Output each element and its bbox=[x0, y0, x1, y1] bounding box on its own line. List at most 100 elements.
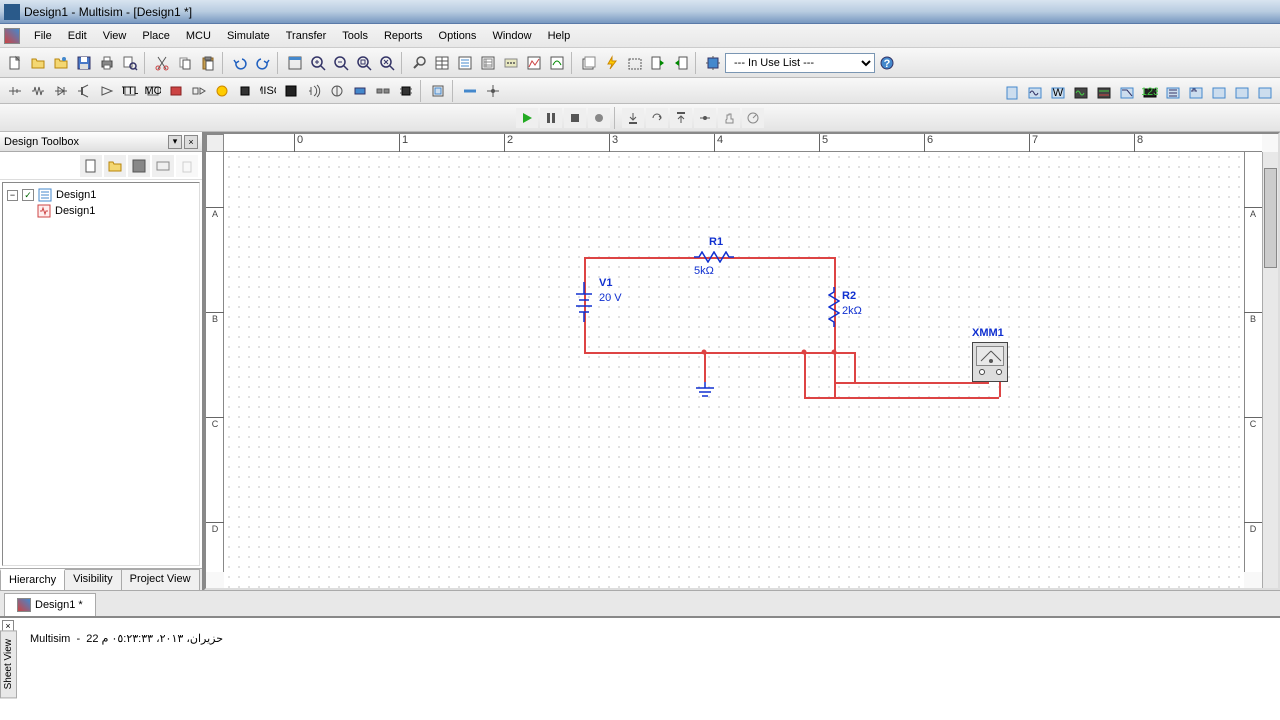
zoom-out-button[interactable] bbox=[330, 52, 352, 74]
vertical-scrollbar[interactable] bbox=[1262, 152, 1278, 588]
xmm1-label[interactable]: XMM1 bbox=[972, 327, 1004, 339]
redo-button[interactable] bbox=[252, 52, 274, 74]
place-ttl-button[interactable]: TTL bbox=[119, 80, 141, 102]
zoom-area-button[interactable] bbox=[353, 52, 375, 74]
record-button[interactable] bbox=[588, 108, 610, 128]
expand-icon[interactable]: − bbox=[7, 190, 18, 201]
netlist-button[interactable] bbox=[454, 52, 476, 74]
r1-label[interactable]: R1 bbox=[709, 236, 723, 248]
doc-tab-design1[interactable]: Design1 * bbox=[4, 593, 96, 616]
place-nist-button[interactable] bbox=[349, 80, 371, 102]
v1-value[interactable]: 20 V bbox=[599, 292, 622, 304]
find-button[interactable] bbox=[408, 52, 430, 74]
pause-button[interactable] bbox=[540, 108, 562, 128]
probe-button[interactable] bbox=[742, 108, 764, 128]
place-indicator-button[interactable] bbox=[211, 80, 233, 102]
junction[interactable] bbox=[802, 350, 807, 355]
oscilloscope-button[interactable] bbox=[1070, 82, 1092, 104]
component-wizard-button[interactable] bbox=[702, 52, 724, 74]
r2-label[interactable]: R2 bbox=[842, 290, 856, 302]
ground[interactable] bbox=[694, 382, 716, 400]
tab-project-view[interactable]: Project View bbox=[121, 569, 200, 590]
undo-button[interactable] bbox=[229, 52, 251, 74]
save-button[interactable] bbox=[73, 52, 95, 74]
wire[interactable] bbox=[804, 352, 806, 397]
place-mixed-button[interactable] bbox=[188, 80, 210, 102]
menu-help[interactable]: Help bbox=[540, 28, 579, 44]
r1-value[interactable]: 5kΩ bbox=[694, 265, 714, 277]
wire[interactable] bbox=[854, 352, 856, 382]
place-mcu-button[interactable] bbox=[395, 80, 417, 102]
database-button[interactable] bbox=[477, 52, 499, 74]
wire[interactable] bbox=[834, 382, 989, 384]
r2-value[interactable]: 2kΩ bbox=[842, 305, 862, 317]
logic-converter-button[interactable] bbox=[1208, 82, 1230, 104]
place-bus-button[interactable] bbox=[459, 80, 481, 102]
place-power-button[interactable] bbox=[234, 80, 256, 102]
step-out-button[interactable] bbox=[670, 108, 692, 128]
checkbox[interactable]: ✓ bbox=[22, 189, 34, 201]
place-rf-button[interactable] bbox=[303, 80, 325, 102]
hand-button[interactable] bbox=[718, 108, 740, 128]
rename-button[interactable] bbox=[152, 155, 174, 177]
grapher-button[interactable] bbox=[523, 52, 545, 74]
resistor-r1[interactable] bbox=[694, 251, 734, 263]
wattmeter-button[interactable]: W bbox=[1047, 82, 1069, 104]
copy-button[interactable] bbox=[174, 52, 196, 74]
menu-tools[interactable]: Tools bbox=[334, 28, 376, 44]
menu-edit[interactable]: Edit bbox=[60, 28, 95, 44]
bode-plotter-button[interactable] bbox=[1116, 82, 1138, 104]
place-analog-button[interactable] bbox=[96, 80, 118, 102]
menu-mcu[interactable]: MCU bbox=[178, 28, 219, 44]
menu-place[interactable]: Place bbox=[134, 28, 178, 44]
parent-sheet-button[interactable] bbox=[578, 52, 600, 74]
open-sample-button[interactable] bbox=[50, 52, 72, 74]
wire[interactable] bbox=[704, 352, 706, 382]
place-basic-button[interactable] bbox=[27, 80, 49, 102]
four-ch-scope-button[interactable] bbox=[1093, 82, 1115, 104]
schematic-canvas[interactable]: V1 20 V R1 5kΩ R2 2kΩ XMM1 bbox=[224, 152, 1244, 588]
menu-window[interactable]: Window bbox=[484, 28, 539, 44]
cut-button[interactable] bbox=[151, 52, 173, 74]
menu-simulate[interactable]: Simulate bbox=[219, 28, 278, 44]
in-use-list-select[interactable]: --- In Use List --- bbox=[725, 53, 875, 73]
hierarchy-block-button[interactable] bbox=[427, 80, 449, 102]
place-advanced-button[interactable] bbox=[280, 80, 302, 102]
iv-analyzer-button[interactable] bbox=[1231, 82, 1253, 104]
run-button[interactable] bbox=[516, 108, 538, 128]
tab-visibility[interactable]: Visibility bbox=[64, 569, 122, 590]
print-preview-button[interactable] bbox=[119, 52, 141, 74]
back-annotate-button[interactable] bbox=[647, 52, 669, 74]
print-button[interactable] bbox=[96, 52, 118, 74]
tree-child[interactable]: Design1 bbox=[7, 203, 195, 219]
save-file-button[interactable] bbox=[128, 155, 150, 177]
multimeter-button[interactable] bbox=[1001, 82, 1023, 104]
zoom-in-button[interactable] bbox=[307, 52, 329, 74]
place-diode-button[interactable] bbox=[50, 80, 72, 102]
tree-root[interactable]: − ✓ Design1 bbox=[7, 187, 195, 203]
voltage-source-v1[interactable] bbox=[574, 282, 594, 322]
step-over-button[interactable] bbox=[646, 108, 668, 128]
zoom-fit-button[interactable] bbox=[376, 52, 398, 74]
place-misc-digital-button[interactable] bbox=[165, 80, 187, 102]
place-cmos-button[interactable]: CMOS bbox=[142, 80, 164, 102]
menu-transfer[interactable]: Transfer bbox=[278, 28, 335, 44]
menu-reports[interactable]: Reports bbox=[376, 28, 431, 44]
place-misc-button[interactable]: MISC bbox=[257, 80, 279, 102]
menu-options[interactable]: Options bbox=[431, 28, 485, 44]
wire[interactable] bbox=[584, 352, 834, 354]
spreadsheet-button[interactable] bbox=[431, 52, 453, 74]
place-source-button[interactable] bbox=[4, 80, 26, 102]
full-screen-button[interactable] bbox=[284, 52, 306, 74]
logic-analyzer-button[interactable] bbox=[1185, 82, 1207, 104]
menu-file[interactable]: File bbox=[26, 28, 60, 44]
open-file-button[interactable] bbox=[104, 155, 126, 177]
menu-view[interactable]: View bbox=[95, 28, 135, 44]
delete-button[interactable] bbox=[176, 155, 198, 177]
sheet-view-tab[interactable]: Sheet View bbox=[0, 630, 17, 698]
tab-hierarchy[interactable]: Hierarchy bbox=[0, 569, 65, 590]
forward-annotate-button[interactable] bbox=[670, 52, 692, 74]
freq-counter-button[interactable]: 123 bbox=[1139, 82, 1161, 104]
stop-button[interactable] bbox=[564, 108, 586, 128]
wire[interactable] bbox=[834, 352, 854, 354]
